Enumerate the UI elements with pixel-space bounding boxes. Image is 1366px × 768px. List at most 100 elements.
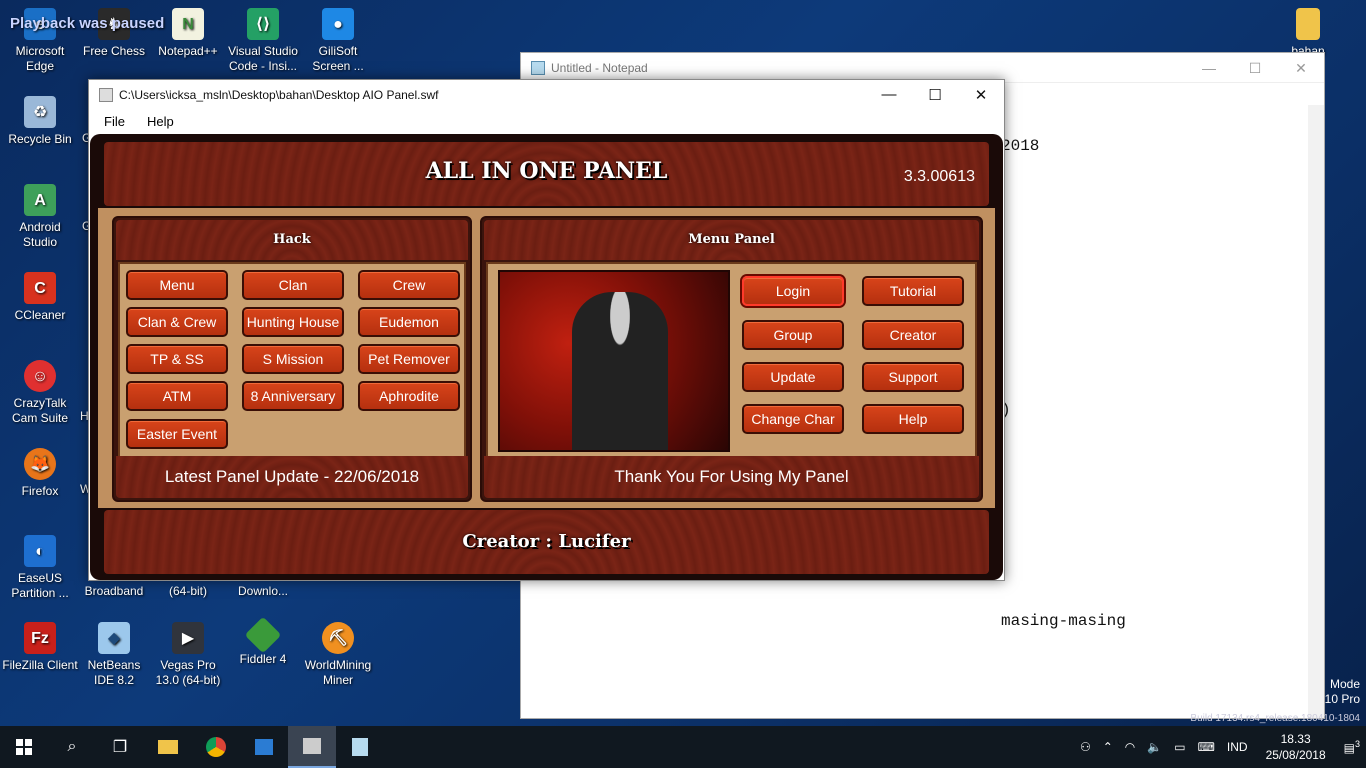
panel-header: ALL IN ONE PANEL 3.3.00613 (104, 142, 989, 206)
notepad-scrollbar[interactable] (1308, 105, 1324, 718)
firefox-icon: 🦊 (24, 448, 56, 480)
notepad-icon (531, 60, 545, 75)
chrome-icon[interactable] (192, 726, 240, 768)
hack-atm-button[interactable]: ATM (126, 381, 228, 411)
desktop-icon-download[interactable]: Downlo... (225, 584, 301, 599)
android-studio-icon: A (24, 184, 56, 216)
hack-aphrodite-button[interactable]: Aphrodite (358, 381, 460, 411)
change-char-button[interactable]: Change Char (742, 404, 844, 434)
chevron-up-icon[interactable]: ⌃ (1097, 740, 1119, 754)
hack-8-anniversary-button[interactable]: 8 Anniversary (242, 381, 344, 411)
desktop-icon-filezilla[interactable]: Fz FileZilla Client (2, 622, 78, 673)
desktop-icon-vegas[interactable]: ▶ Vegas Pro 13.0 (64-bit) (150, 622, 226, 688)
maximize-button[interactable]: ☐ (1232, 53, 1278, 83)
panel-title: ALL IN ONE PANEL (425, 158, 668, 184)
folder-icon (1296, 8, 1320, 40)
watermark-mode: Mode (1329, 677, 1360, 691)
volume-icon[interactable]: 🔈 (1141, 740, 1168, 754)
tutorial-button[interactable]: Tutorial (862, 276, 964, 306)
menu-panel-footer: Thank You For Using My Panel (484, 456, 979, 498)
action-center-icon[interactable]: ▤3 (1338, 739, 1366, 755)
vegas-icon: ▶ (172, 622, 204, 654)
hack-pet-remover-button[interactable]: Pet Remover (358, 344, 460, 374)
update-button[interactable]: Update (742, 362, 844, 392)
filezilla-icon: Fz (24, 622, 56, 654)
minimize-button[interactable]: — (1186, 53, 1232, 83)
network-icon[interactable]: ◠ (1119, 740, 1141, 754)
hack-clan-crew-button[interactable]: Clan & Crew (126, 307, 228, 337)
menu-file[interactable]: File (89, 114, 132, 129)
menu-panel-title: Menu Panel (484, 220, 979, 260)
search-icon[interactable]: ⌕ (48, 726, 96, 768)
notepad-title: Untitled - Notepad (551, 60, 648, 75)
hack-s-mission-button[interactable]: S Mission (242, 344, 344, 374)
panel-body: Hack Menu Clan Crew Clan & Crew Hunting … (98, 208, 995, 508)
notepad-text-area[interactable]: 2018 ) masing-masing (1001, 103, 1126, 666)
creator-credit: Creator : Lucifer (104, 510, 989, 574)
desktop-icon-android-studio[interactable]: A Android Studio (2, 184, 78, 250)
hack-tp-ss-button[interactable]: TP & SS (126, 344, 228, 374)
task-view-icon[interactable]: ❐ (96, 726, 144, 768)
hack-section: Hack Menu Clan Crew Clan & Crew Hunting … (112, 216, 472, 502)
ccleaner-icon: C (24, 272, 56, 304)
creator-button[interactable]: Creator (862, 320, 964, 350)
menu-panel-area: Login Tutorial Group Creator Update Supp… (486, 262, 977, 458)
gilisoft-icon: ● (322, 8, 354, 40)
desktop-icon-broadband[interactable]: Broadband (76, 584, 152, 599)
desktop-icon-worldmining[interactable]: ⛏ WorldMining Miner (300, 622, 376, 688)
swf-player-taskbar-icon[interactable] (288, 726, 336, 768)
close-button[interactable]: ✕ (958, 80, 1004, 109)
close-button[interactable]: ✕ (1278, 53, 1324, 83)
playback-paused-message: Playback was paused (10, 15, 165, 32)
group-button[interactable]: Group (742, 320, 844, 350)
desktop-icon-crazytalk[interactable]: ☺ CrazyTalk Cam Suite (2, 360, 78, 426)
hack-footer: Latest Panel Update - 22/06/2018 (116, 456, 468, 498)
desktop-icon-fiddler[interactable]: Fiddler 4 (225, 616, 301, 667)
watermark-build: Build 17134.rs4_release.180410-1804 (1190, 713, 1360, 724)
menu-help[interactable]: Help (132, 114, 181, 129)
hack-menu-button[interactable]: Menu (126, 270, 228, 300)
language-indicator[interactable]: IND (1221, 740, 1254, 754)
desktop-icon-recycle-bin[interactable]: ♻ Recycle Bin (2, 96, 78, 147)
crazytalk-icon: ☺ (24, 360, 56, 392)
desktop-icon-netbeans[interactable]: ◆ NetBeans IDE 8.2 (76, 622, 152, 688)
notepad-taskbar-icon[interactable] (336, 726, 384, 768)
desktop-icon-vscode[interactable]: ⟨⟩ Visual Studio Code - Insi... (225, 8, 301, 74)
keyboard-icon[interactable]: ⌨ (1192, 740, 1221, 754)
hack-clan-button[interactable]: Clan (242, 270, 344, 300)
help-button[interactable]: Help (862, 404, 964, 434)
hack-hunting-house-button[interactable]: Hunting House (242, 307, 344, 337)
desktop-icon-ccleaner[interactable]: C CCleaner (2, 272, 78, 323)
taskbar: ⌕ ❐ ⚇ ⌃ ◠ 🔈 ▭ ⌨ IND 18.33 25/08/2018 ▤3 (0, 726, 1366, 768)
clock-time: 18.33 (1280, 732, 1311, 746)
start-button[interactable] (0, 726, 48, 768)
maximize-button[interactable]: ☐ (912, 80, 958, 109)
easeus-icon: ◐ (24, 535, 56, 567)
menu-panel-section: Menu Panel Login Tutorial Group Creator … (480, 216, 983, 502)
fiddler-icon (244, 616, 282, 654)
people-icon[interactable]: ⚇ (1074, 740, 1097, 754)
support-button[interactable]: Support (862, 362, 964, 392)
desktop-icon-gilisoft[interactable]: ● GiliSoft Screen ... (300, 8, 376, 74)
watermark-edition: 10 Pro (1324, 692, 1360, 706)
hack-eudemon-button[interactable]: Eudemon (358, 307, 460, 337)
desktop-icon-64bit[interactable]: (64-bit) (150, 584, 226, 599)
hack-crew-button[interactable]: Crew (358, 270, 460, 300)
file-explorer-icon[interactable] (144, 726, 192, 768)
hack-buttons-area: Menu Clan Crew Clan & Crew Hunting House… (118, 262, 466, 458)
minimize-button[interactable]: — (866, 80, 912, 109)
battery-icon[interactable]: ▭ (1168, 740, 1191, 754)
clock-date: 25/08/2018 (1265, 748, 1326, 762)
aio-panel: ALL IN ONE PANEL 3.3.00613 Hack Menu Cla… (90, 134, 1003, 580)
store-icon[interactable] (240, 726, 288, 768)
lucifer-portrait-image (498, 270, 730, 452)
desktop-icon-easeus[interactable]: ◐ EaseUS Partition ... (2, 535, 78, 601)
vscode-icon: ⟨⟩ (247, 8, 279, 40)
clock[interactable]: 18.33 25/08/2018 (1254, 731, 1338, 763)
login-button[interactable]: Login (742, 276, 844, 306)
flash-player-window[interactable]: C:\Users\icksa_msln\Desktop\bahan\Deskto… (88, 79, 1005, 581)
recycle-bin-icon: ♻ (24, 96, 56, 128)
desktop-icon-firefox[interactable]: 🦊 Firefox (2, 448, 78, 499)
hack-easter-event-button[interactable]: Easter Event (126, 419, 228, 449)
hack-section-title: Hack (116, 220, 468, 260)
